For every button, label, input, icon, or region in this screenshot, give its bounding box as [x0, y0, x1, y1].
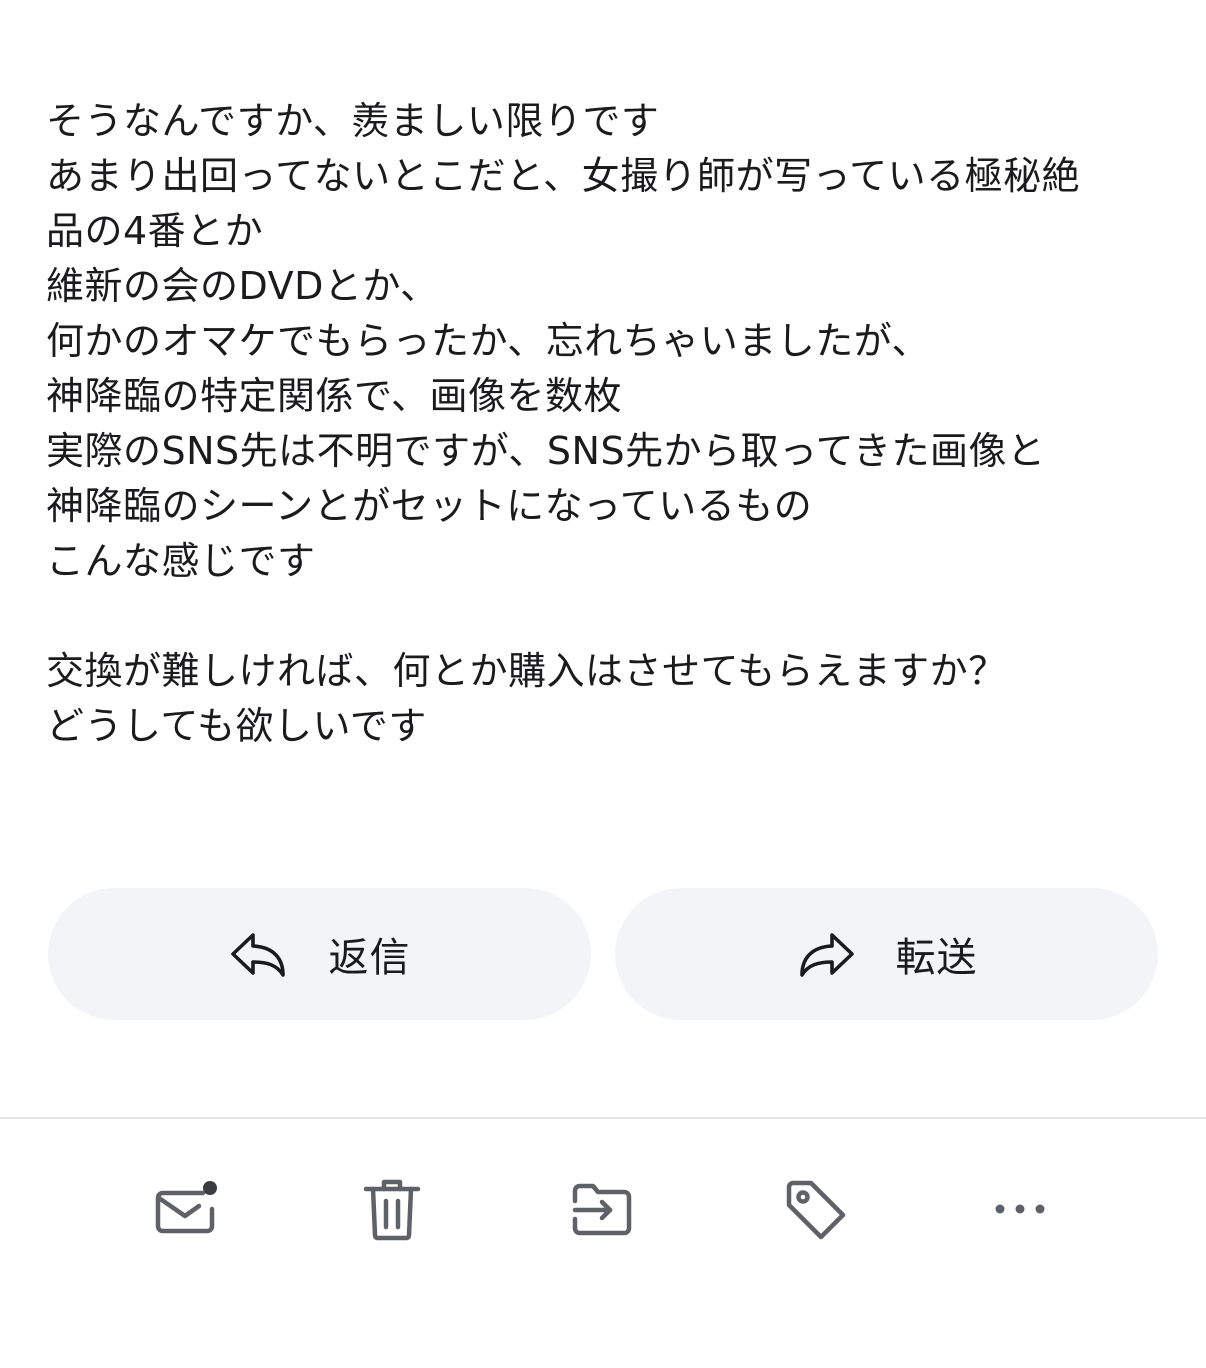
delete-button[interactable] — [352, 1169, 432, 1249]
forward-label: 転送 — [895, 935, 978, 981]
message-line: どうしても欲しいです — [46, 704, 427, 748]
more-horizontal-icon — [995, 1204, 1045, 1214]
trash-icon — [363, 1179, 421, 1241]
message-line: こんな感じです — [46, 539, 316, 583]
forward-arrow-icon — [799, 933, 854, 977]
message-line: あまり出回ってないとこだと、女撮り師が写っている極秘絶 — [46, 154, 1081, 198]
envelope-unread-icon — [155, 1181, 217, 1234]
message-line: 神降臨のシーンとがセットになっているもの — [46, 484, 813, 528]
mark-unread-button[interactable] — [145, 1169, 225, 1249]
reply-forward-actions: 返信 転送 — [48, 888, 1158, 1020]
email-view: そうなんですか、羨ましい限りです あまり出回ってないとこだと、女撮り師が写ってい… — [0, 0, 1206, 1368]
bottom-toolbar — [0, 1117, 1206, 1368]
message-line: 品の4番とか — [46, 209, 264, 253]
label-button[interactable] — [775, 1169, 855, 1249]
reply-button[interactable]: 返信 — [48, 888, 591, 1020]
tag-icon — [786, 1180, 846, 1240]
reply-label: 返信 — [328, 935, 411, 981]
message-line: 何かのオマケでもらったか、忘れちゃいましたが、 — [46, 319, 930, 363]
forward-button[interactable]: 転送 — [615, 888, 1158, 1020]
more-button[interactable] — [980, 1169, 1060, 1249]
message-body: そうなんですか、羨ましい限りです あまり出回ってないとこだと、女撮り師が写ってい… — [46, 94, 1166, 754]
message-line: 維新の会のDVDとか、 — [46, 264, 439, 308]
move-to-folder-icon — [572, 1183, 632, 1236]
message-line: 実際のSNS先は不明ですが、SNS先から取ってきた画像と — [46, 429, 1046, 473]
message-line: 神降臨の特定関係で、画像を数枚 — [46, 374, 622, 418]
reply-arrow-icon — [230, 933, 285, 977]
message-line: そうなんですか、羨ましい限りです — [46, 99, 660, 143]
move-button[interactable] — [562, 1169, 642, 1249]
message-line: 交換が難しければ、何とか購入はさせてもらえますか？ — [46, 649, 1007, 693]
